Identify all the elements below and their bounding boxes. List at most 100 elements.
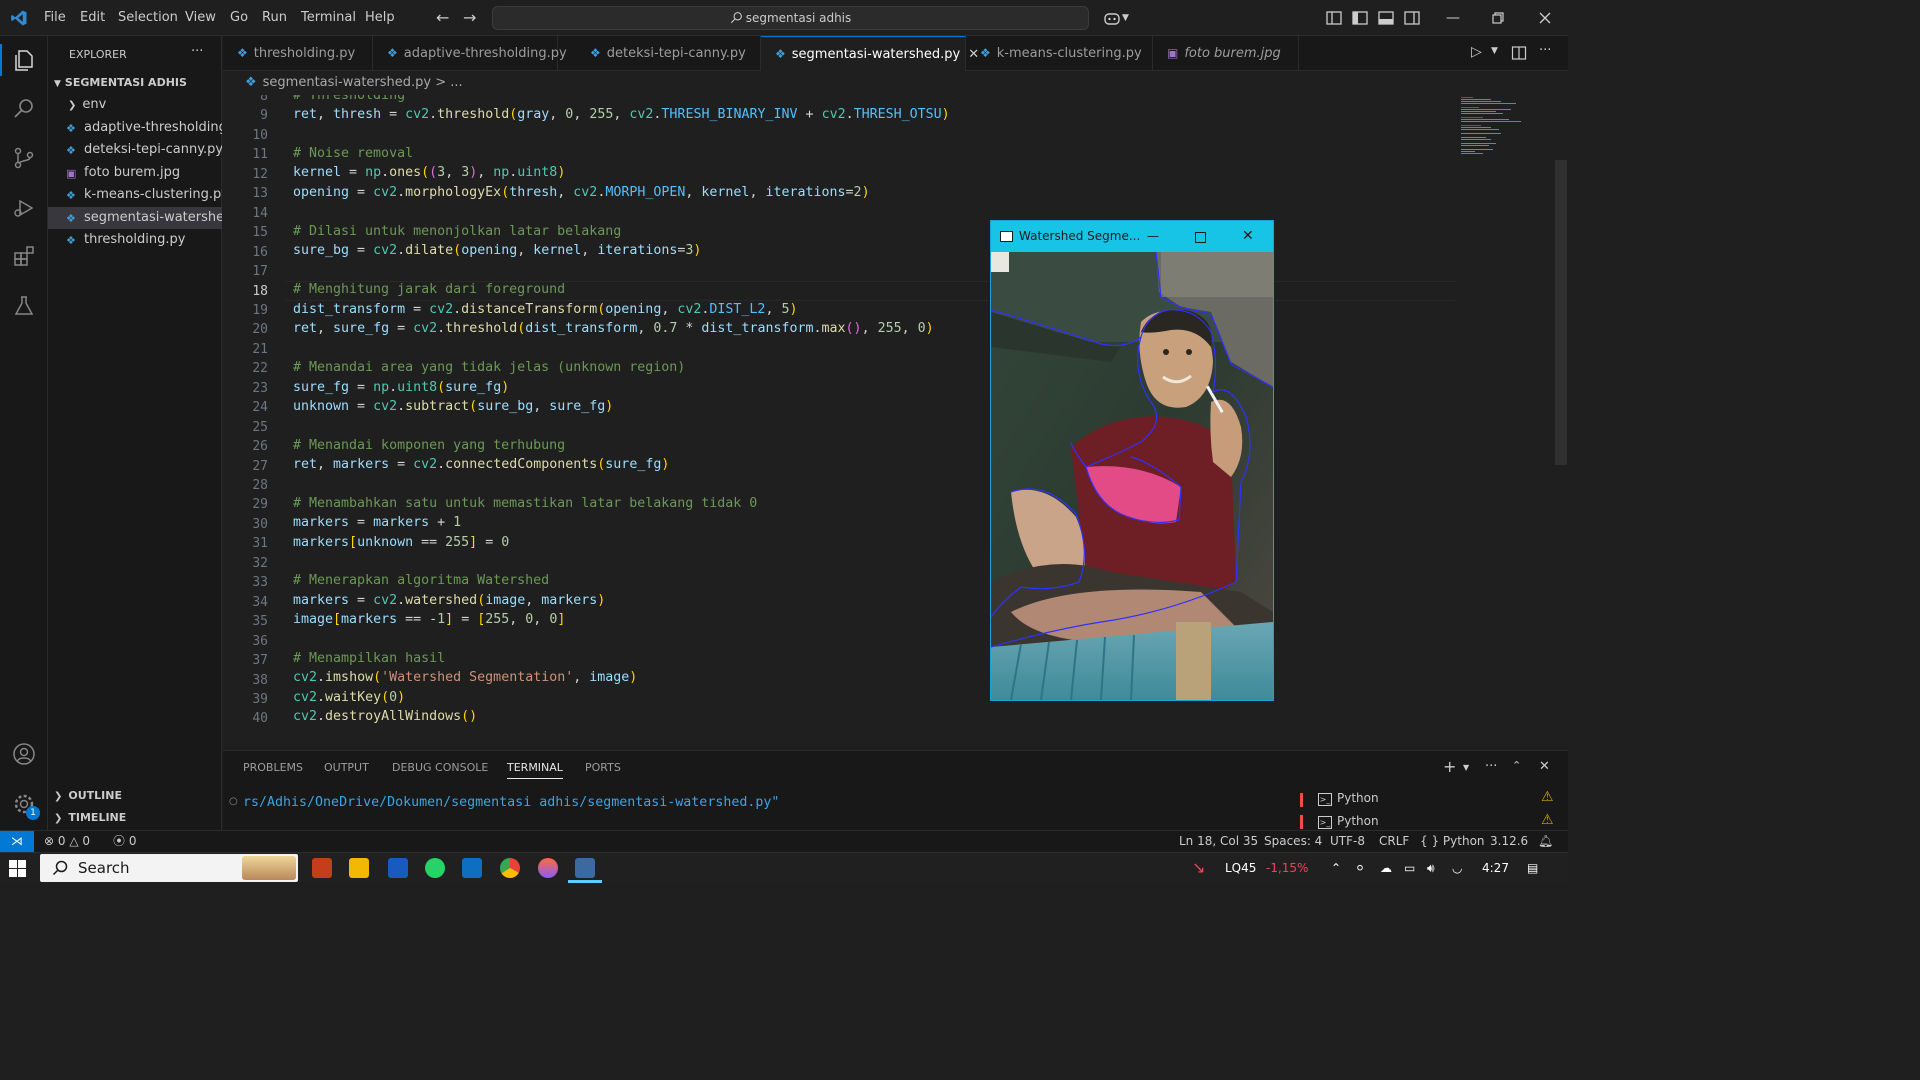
tree-item-deteksi-tepi-canny[interactable]: ❖ deteksi-tepi-canny.py xyxy=(48,139,222,161)
tab-foto-burem[interactable]: ▣ foto burem.jpg xyxy=(1153,36,1299,71)
volume-icon[interactable]: 🔊︎ xyxy=(1427,853,1435,883)
restore-icon[interactable] xyxy=(1488,8,1508,28)
toggle-panel-icon[interactable] xyxy=(1376,8,1396,28)
menu-go[interactable]: Go xyxy=(230,0,248,36)
stock-change[interactable]: -1,15% xyxy=(1266,853,1308,883)
menu-selection[interactable]: Selection xyxy=(118,0,178,36)
forward-arrow-icon[interactable]: → xyxy=(463,8,483,28)
panel-tab-problems[interactable]: PROBLEMS xyxy=(243,761,303,774)
menu-view[interactable]: View xyxy=(185,0,216,36)
tree-item-adaptive-thresholding[interactable]: ❖ adaptive-thresholding.... xyxy=(48,117,222,139)
tree-item-env[interactable]: ❯ env xyxy=(48,94,222,116)
back-arrow-icon[interactable]: ← xyxy=(436,8,456,28)
timeline-section[interactable]: ❯ TIMELINE xyxy=(54,811,126,824)
run-python-file-icon[interactable]: ▷ xyxy=(1471,44,1482,60)
explorer-icon[interactable] xyxy=(12,48,36,72)
battery-icon[interactable]: ▭ xyxy=(1404,853,1415,883)
ports-status[interactable]: ⦿ 0 xyxy=(113,831,136,852)
maximize-panel-icon[interactable]: ⌃ xyxy=(1512,759,1521,772)
cursor-position[interactable]: Ln 18, Col 35 xyxy=(1179,831,1258,852)
word-icon[interactable] xyxy=(388,858,408,878)
window-maximize-icon[interactable] xyxy=(1195,232,1206,243)
more-actions-icon[interactable]: ··· xyxy=(1539,43,1551,58)
tab-adaptive-thresholding[interactable]: ❖ adaptive-thresholding.py xyxy=(373,36,567,71)
show-hidden-icons-chevron-icon[interactable]: ⌃ xyxy=(1331,853,1341,883)
meet-now-icon[interactable]: ⚪︎ xyxy=(1355,853,1365,883)
indentation[interactable]: Spaces: 4 xyxy=(1264,831,1322,852)
notification-center-icon[interactable]: ▤ xyxy=(1527,853,1538,883)
file-explorer-icon[interactable] xyxy=(349,858,369,878)
notifications-bell-icon[interactable]: 🔔︎ xyxy=(1538,831,1553,852)
tree-item-foto-burem[interactable]: ▣ foto burem.jpg xyxy=(48,162,222,184)
window-close-icon[interactable]: ✕ xyxy=(1242,221,1254,252)
problems-status[interactable]: ⊗ 0 △ 0 xyxy=(44,831,90,852)
wifi-icon[interactable]: ◡ xyxy=(1452,853,1462,883)
menu-file[interactable]: File xyxy=(44,0,66,36)
extensions-icon[interactable] xyxy=(12,244,36,268)
watershed-output-window[interactable]: Watershed Segme... — ✕ xyxy=(990,220,1274,701)
menu-help[interactable]: Help xyxy=(365,0,395,36)
panel-tab-debug-console[interactable]: DEBUG CONSOLE xyxy=(392,761,488,774)
app-icon[interactable] xyxy=(538,858,558,878)
panel-tab-output[interactable]: OUTPUT xyxy=(324,761,369,774)
split-editor-icon[interactable] xyxy=(1511,45,1527,61)
taskbar-search-box[interactable]: Search xyxy=(40,854,298,882)
chevron-down-icon[interactable]: ▼ xyxy=(1463,763,1469,772)
close-panel-icon[interactable]: ✕ xyxy=(1539,759,1550,774)
tab-thresholding[interactable]: ❖ thresholding.py xyxy=(223,36,373,71)
new-terminal-plus-icon[interactable]: + xyxy=(1443,757,1456,776)
source-control-icon[interactable] xyxy=(12,146,36,170)
panel-tab-terminal[interactable]: TERMINAL xyxy=(507,761,563,779)
opencv-window-taskbar-icon[interactable] xyxy=(575,858,595,878)
more-actions-icon[interactable]: ··· xyxy=(1485,759,1497,774)
chevron-down-icon[interactable]: ▼ xyxy=(1122,8,1142,28)
search-icon[interactable] xyxy=(12,96,36,120)
menu-run[interactable]: Run xyxy=(262,0,287,36)
onedrive-cloud-icon[interactable]: ☁︎ xyxy=(1380,853,1392,883)
language-mode[interactable]: { } Python xyxy=(1420,831,1485,852)
tab-segmentasi-watershed[interactable]: ❖ segmentasi-watershed.py ✕ xyxy=(761,36,979,71)
end-of-line[interactable]: CRLF xyxy=(1379,831,1409,852)
run-debug-icon[interactable] xyxy=(12,196,36,220)
toggle-secondary-sidebar-icon[interactable] xyxy=(1402,8,1422,28)
tree-item-thresholding[interactable]: ❖ thresholding.py xyxy=(48,229,222,251)
window-minimize-icon[interactable]: — xyxy=(1147,221,1159,252)
tab-k-means-clustering[interactable]: ❖ k-means-clustering.py xyxy=(966,36,1153,71)
vscode-taskbar-icon[interactable] xyxy=(462,858,482,878)
powerpoint-icon[interactable] xyxy=(312,858,332,878)
breadcrumb-text[interactable]: segmentasi-watershed.py > ... xyxy=(263,75,463,90)
windows-start-icon[interactable] xyxy=(9,860,26,877)
close-icon[interactable] xyxy=(1535,8,1555,28)
terminal-list-item[interactable]: >_ Python xyxy=(1318,791,1379,806)
more-actions-icon[interactable]: ··· xyxy=(191,44,203,59)
remote-indicator-icon[interactable]: ⋊ xyxy=(0,831,34,853)
window-title-bar[interactable]: Watershed Segme... — ✕ xyxy=(991,221,1273,252)
outline-section[interactable]: ❯ OUTLINE xyxy=(54,789,122,802)
minimize-icon[interactable]: — xyxy=(1446,8,1466,28)
python-version[interactable]: 3.12.6 xyxy=(1490,831,1528,852)
terminal-list-item[interactable]: >_ Python xyxy=(1318,814,1379,829)
clock[interactable]: 4:27 xyxy=(1482,853,1509,883)
copilot-icon[interactable] xyxy=(1102,8,1122,28)
terminal-output[interactable]: rs/Adhis/OneDrive/Dokumen/segmentasi adh… xyxy=(243,795,779,810)
testing-flask-icon[interactable] xyxy=(12,294,36,318)
tree-item-segmentasi-watershed[interactable]: ❖ segmentasi-watershe... xyxy=(48,207,222,229)
workspace-folder[interactable]: ▼ SEGMENTASI ADHIS xyxy=(54,76,187,89)
tree-item-k-means-clustering[interactable]: ❖ k-means-clustering.py xyxy=(48,184,222,206)
customize-layout-icon[interactable] xyxy=(1324,8,1344,28)
minimap[interactable] xyxy=(1455,95,1555,165)
menu-terminal[interactable]: Terminal xyxy=(301,0,356,36)
account-icon[interactable] xyxy=(12,742,36,766)
encoding[interactable]: UTF-8 xyxy=(1330,831,1365,852)
chrome-icon[interactable] xyxy=(500,858,520,878)
code-editor[interactable]: 8 9 10 11 12 13 14 15 16 17 18 19 20 21 22 23 24 25 26 27 28… xyxy=(223,95,1568,750)
whatsapp-icon[interactable] xyxy=(425,858,445,878)
command-center[interactable]: segmentasi adhis xyxy=(492,6,1089,30)
tab-deteksi-tepi-canny[interactable]: ❖ deteksi-tepi-canny.py xyxy=(576,36,761,71)
vertical-scrollbar[interactable] xyxy=(1555,160,1567,465)
toggle-sidebar-icon[interactable] xyxy=(1350,8,1370,28)
panel-tab-ports[interactable]: PORTS xyxy=(585,761,621,774)
menu-edit[interactable]: Edit xyxy=(80,0,105,36)
chevron-down-icon[interactable]: ▼ xyxy=(1491,46,1498,56)
stock-ticker[interactable]: LQ45 xyxy=(1225,853,1256,883)
